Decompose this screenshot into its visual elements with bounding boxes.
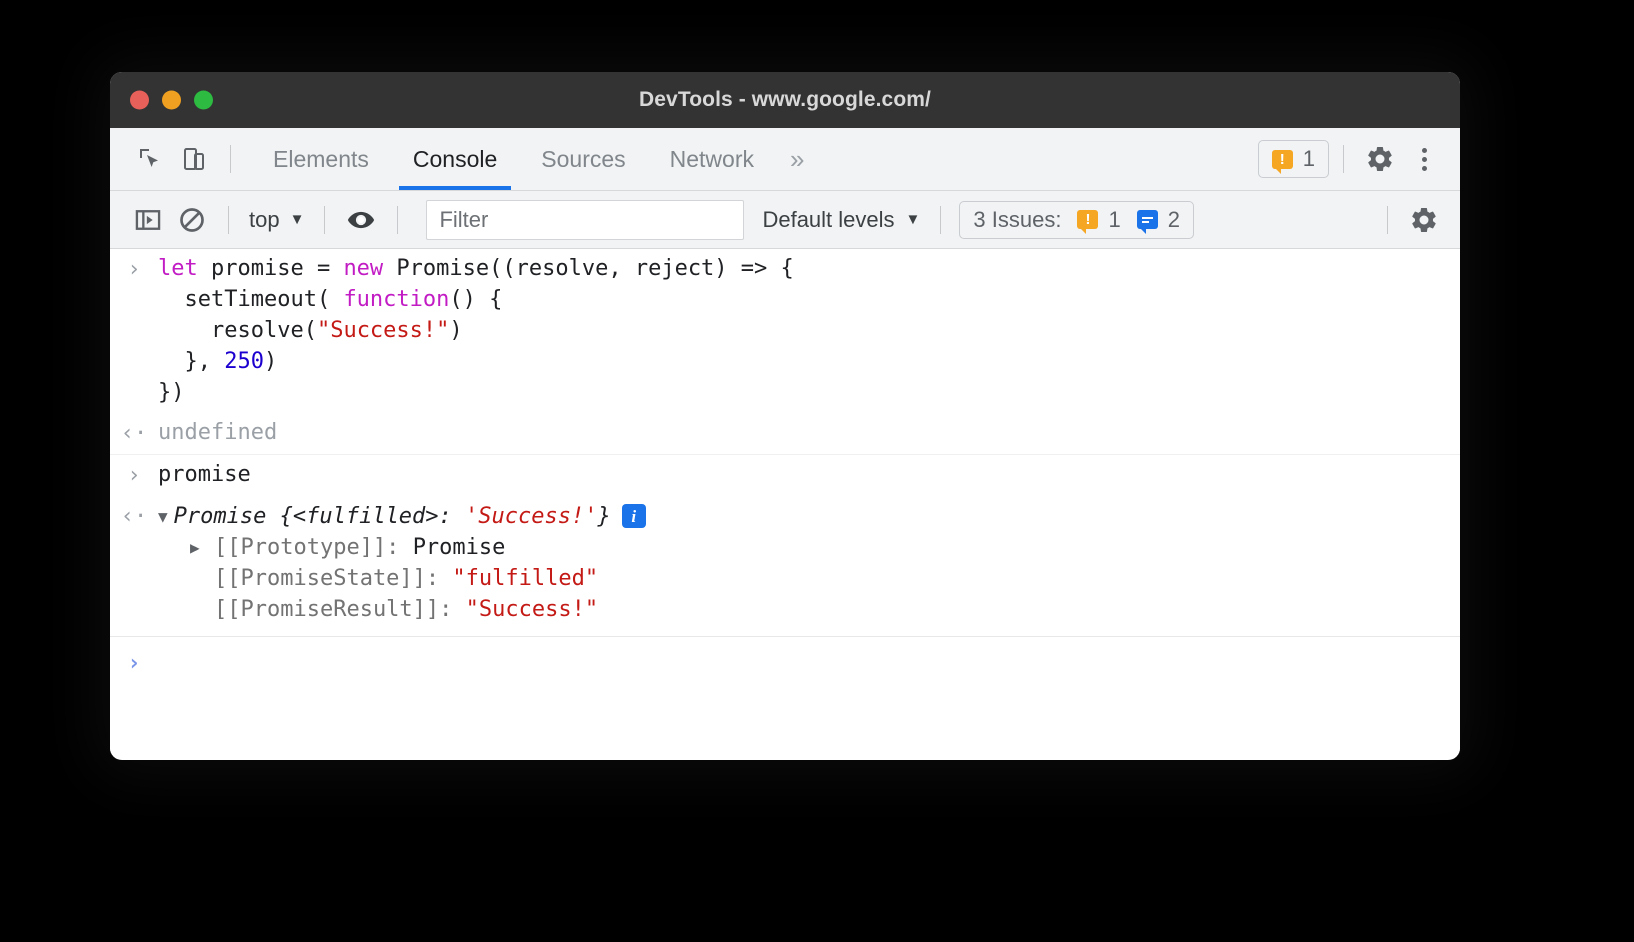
info-badge-icon[interactable]: i (621, 504, 646, 528)
code-token: let (158, 256, 211, 281)
chevron-down-icon: ▼ (905, 211, 921, 228)
code-token: ) (263, 349, 278, 374)
property-value: "fulfilled" (452, 566, 599, 591)
toolbar-divider (324, 205, 326, 234)
code-token: resolve( (158, 318, 317, 343)
issues-info-count: 2 (1167, 206, 1180, 232)
tab-sources[interactable]: Sources (519, 128, 647, 190)
maximize-window-button[interactable] (194, 90, 213, 110)
log-levels-selector[interactable]: Default levels ▼ (762, 207, 920, 233)
toolbar-divider (228, 205, 229, 234)
code-token: ) (449, 318, 463, 343)
gear-icon[interactable] (1358, 137, 1402, 181)
kebab-dots (1421, 147, 1427, 171)
warning-count-chip[interactable]: ! 1 (1257, 140, 1329, 178)
devtools-tab-strip: Elements Console Sources Network » ! 1 (110, 128, 1460, 191)
window-title: DevTools - www.google.com/ (639, 88, 931, 111)
property-name: [[PromiseState]]: (214, 566, 453, 591)
console-toolbar-right (1373, 191, 1446, 248)
property-value: Promise (412, 535, 506, 560)
clear-console-icon[interactable] (170, 198, 214, 242)
filter-input[interactable] (426, 199, 745, 240)
console-input-row: › promise (110, 455, 1460, 496)
code-token: function (343, 287, 450, 312)
code-token: }) (158, 380, 185, 405)
issues-chip[interactable]: 3 Issues: ! 1 2 (959, 200, 1194, 239)
toolbar-divider (397, 205, 399, 234)
execution-context-selector[interactable]: top ▼ (243, 207, 310, 233)
tab-elements[interactable]: Elements (251, 128, 391, 190)
tabstrip-right-actions: ! 1 (1257, 128, 1446, 190)
panel-tabs: Elements Console Sources Network » (251, 128, 818, 190)
code-token: }, (158, 349, 225, 374)
console-settings-gear-icon[interactable] (1402, 198, 1446, 242)
toolbar-divider (1343, 145, 1344, 173)
devtools-window: DevTools - www.google.com/ Elements Cons… (110, 72, 1460, 760)
console-output-row: ‹· undefined (110, 413, 1460, 455)
warning-count: 1 (1302, 146, 1315, 171)
tab-network[interactable]: Network (648, 128, 776, 190)
minimize-window-button[interactable] (162, 90, 181, 110)
execution-context-label: top (249, 206, 280, 232)
screenshot-root: DevTools - www.google.com/ Elements Cons… (0, 0, 1634, 942)
output-arrow-icon: ‹· (120, 504, 148, 529)
info-bubble-icon (1136, 210, 1158, 234)
live-expression-eye-icon[interactable] (339, 198, 383, 242)
expand-triangle-icon[interactable]: ▶ (186, 532, 214, 563)
code-token: Promise((resolve, reject) => { (396, 256, 794, 281)
property-name: [[Prototype]]: (214, 535, 413, 560)
toolbar-divider (1387, 205, 1388, 234)
property-text: [[PromiseResult]]: "Success!" (214, 594, 598, 625)
code-token: 250 (224, 349, 264, 374)
more-tabs-icon[interactable]: » (776, 128, 818, 190)
warning-bubble-icon: ! (1271, 149, 1293, 174)
log-levels-label: Default levels (762, 206, 895, 232)
warning-bubble-icon: ! (1077, 210, 1099, 234)
code-token: new (343, 256, 397, 281)
code-token: () { (449, 287, 503, 312)
object-preview-value: 'Success!' (465, 504, 598, 529)
chevron-down-icon: ▼ (289, 211, 305, 228)
issues-label: 3 Issues: (973, 206, 1062, 232)
window-title-bar: DevTools - www.google.com/ (110, 72, 1460, 128)
console-input-code: let promise = new Promise((resolve, reje… (158, 253, 1460, 408)
console-object-row: ‹· ▼ Promise {<fulfilled>: 'Success!'} i ▶… (110, 496, 1460, 636)
device-toolbar-icon[interactable] (172, 137, 216, 181)
prompt-arrow-icon: › (127, 651, 141, 676)
object-property-row: [[PromiseState]]: "fulfilled" (110, 563, 1460, 594)
code-token: "Success!" (316, 318, 450, 343)
toolbar-divider (940, 205, 942, 234)
tab-console[interactable]: Console (391, 128, 519, 190)
expand-triangle-icon[interactable]: ▼ (158, 501, 168, 532)
object-summary-text: ▼ Promise {<fulfilled>: 'Success!'} (158, 501, 611, 532)
window-controls (130, 90, 213, 110)
info-bubble-lines (1141, 216, 1153, 223)
close-window-button[interactable] (130, 90, 149, 110)
console-prompt-row[interactable]: › (110, 636, 1460, 684)
code-token: promise = (210, 256, 344, 281)
object-property-row: [[PromiseResult]]: "Success!" (110, 594, 1460, 631)
property-value: "Success!" (465, 597, 599, 622)
property-name: [[PromiseResult]]: (214, 597, 466, 622)
output-arrow-icon: ‹· (120, 421, 148, 446)
property-text: [[Prototype]]: Promise (214, 532, 505, 563)
object-preview: Promise {<fulfilled>: (173, 504, 466, 529)
console-input-code: promise (158, 462, 251, 487)
toolbar-divider (230, 145, 231, 173)
object-property-row[interactable]: ▶ [[Prototype]]: Promise (110, 532, 1460, 563)
console-output-value: undefined (158, 420, 278, 445)
object-preview-tail: } (597, 504, 611, 529)
object-summary[interactable]: ▼ Promise {<fulfilled>: 'Success!'} i (158, 500, 1460, 532)
code-token: setTimeout( (158, 287, 344, 312)
console-sidebar-icon[interactable] (126, 198, 170, 242)
console-toolbar: top ▼ Default levels ▼ 3 Issues: ! (110, 191, 1460, 249)
property-text: [[PromiseState]]: "fulfilled" (214, 563, 598, 594)
input-arrow-icon: › (127, 257, 141, 282)
input-arrow-icon: › (127, 463, 141, 488)
kebab-menu-icon[interactable] (1402, 137, 1446, 181)
console-input-row: › let promise = new Promise((resolve, re… (110, 249, 1460, 413)
console-message-list[interactable]: › let promise = new Promise((resolve, re… (110, 249, 1460, 759)
issues-warning-count: 1 (1108, 206, 1121, 232)
inspect-element-icon[interactable] (128, 137, 172, 181)
